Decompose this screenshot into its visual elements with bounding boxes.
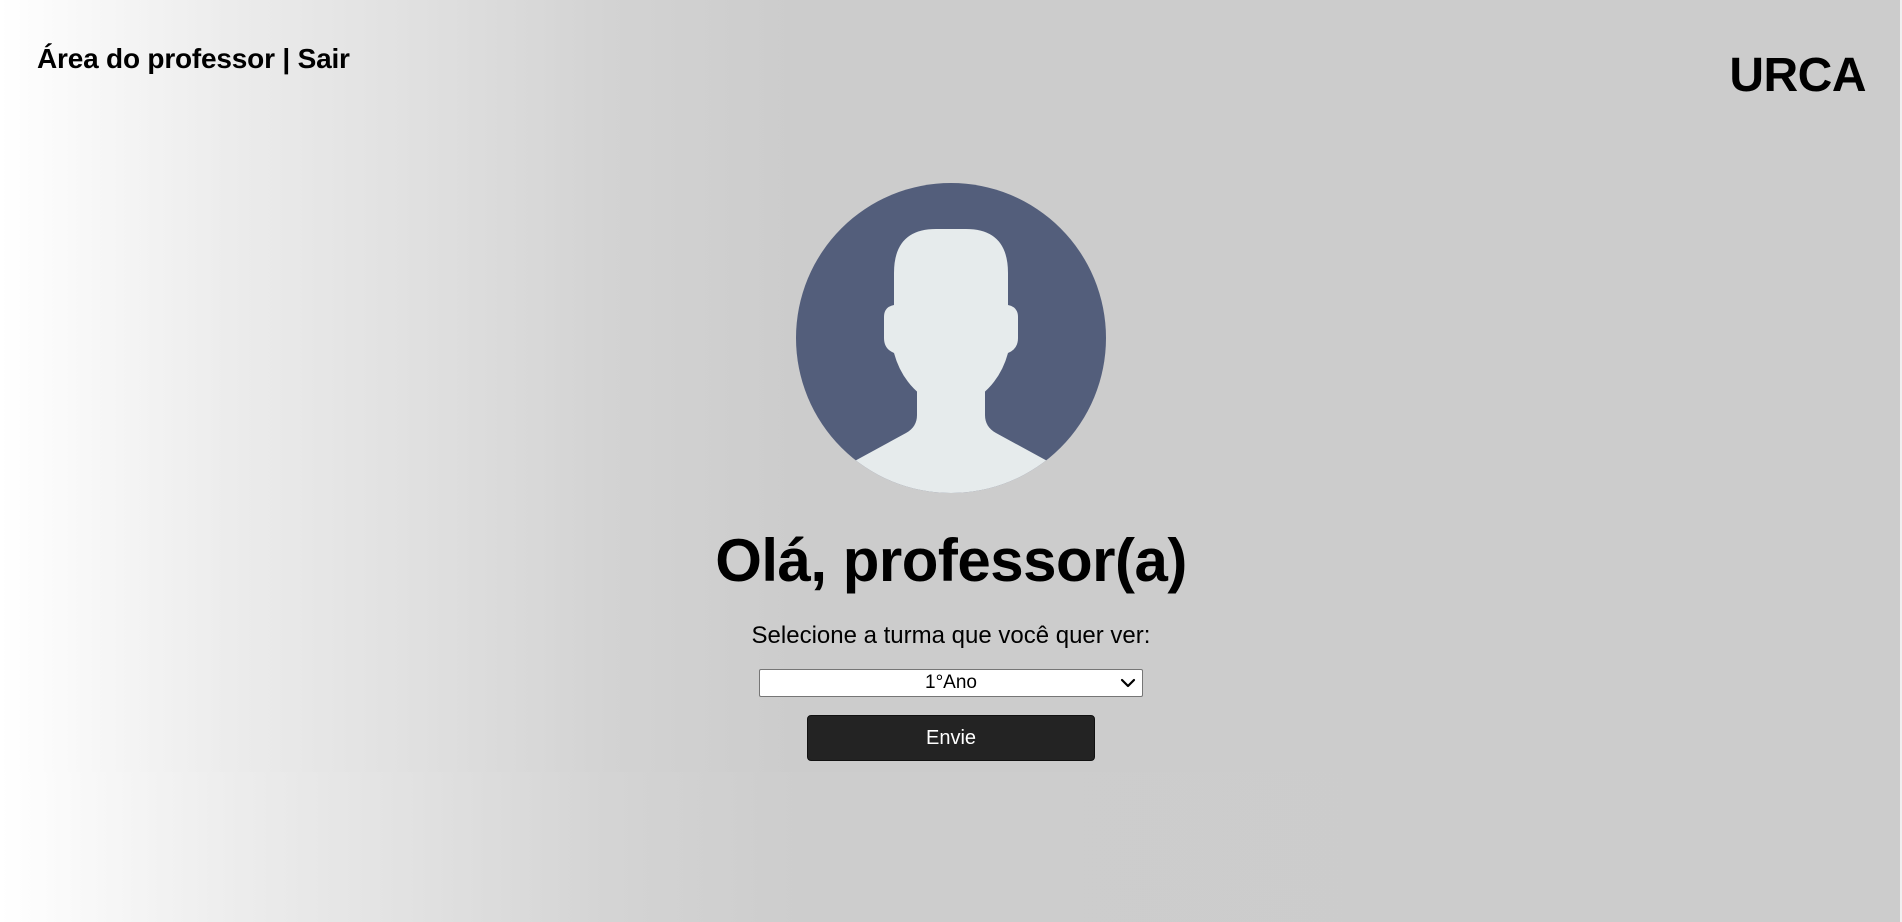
nav-separator: | bbox=[282, 43, 291, 74]
page-footer-background bbox=[0, 772, 1902, 922]
class-select[interactable]: 1°Ano bbox=[759, 669, 1143, 697]
logout-link[interactable]: Sair bbox=[298, 43, 350, 74]
greeting-heading: Olá, professor(a) bbox=[715, 527, 1187, 594]
class-select-label: Selecione a turma que você quer ver: bbox=[751, 622, 1151, 649]
user-silhouette-icon bbox=[796, 183, 1106, 493]
brand-logo: URCA bbox=[1729, 49, 1866, 102]
submit-button[interactable]: Envie bbox=[807, 715, 1095, 761]
chevron-down-icon bbox=[1120, 678, 1136, 688]
main-content: Olá, professor(a) Selecione a turma que … bbox=[0, 183, 1902, 761]
class-select-value: 1°Ano bbox=[925, 672, 977, 693]
header-nav: Área do professor | Sair bbox=[37, 43, 350, 75]
teacher-area-link[interactable]: Área do professor bbox=[37, 43, 275, 74]
